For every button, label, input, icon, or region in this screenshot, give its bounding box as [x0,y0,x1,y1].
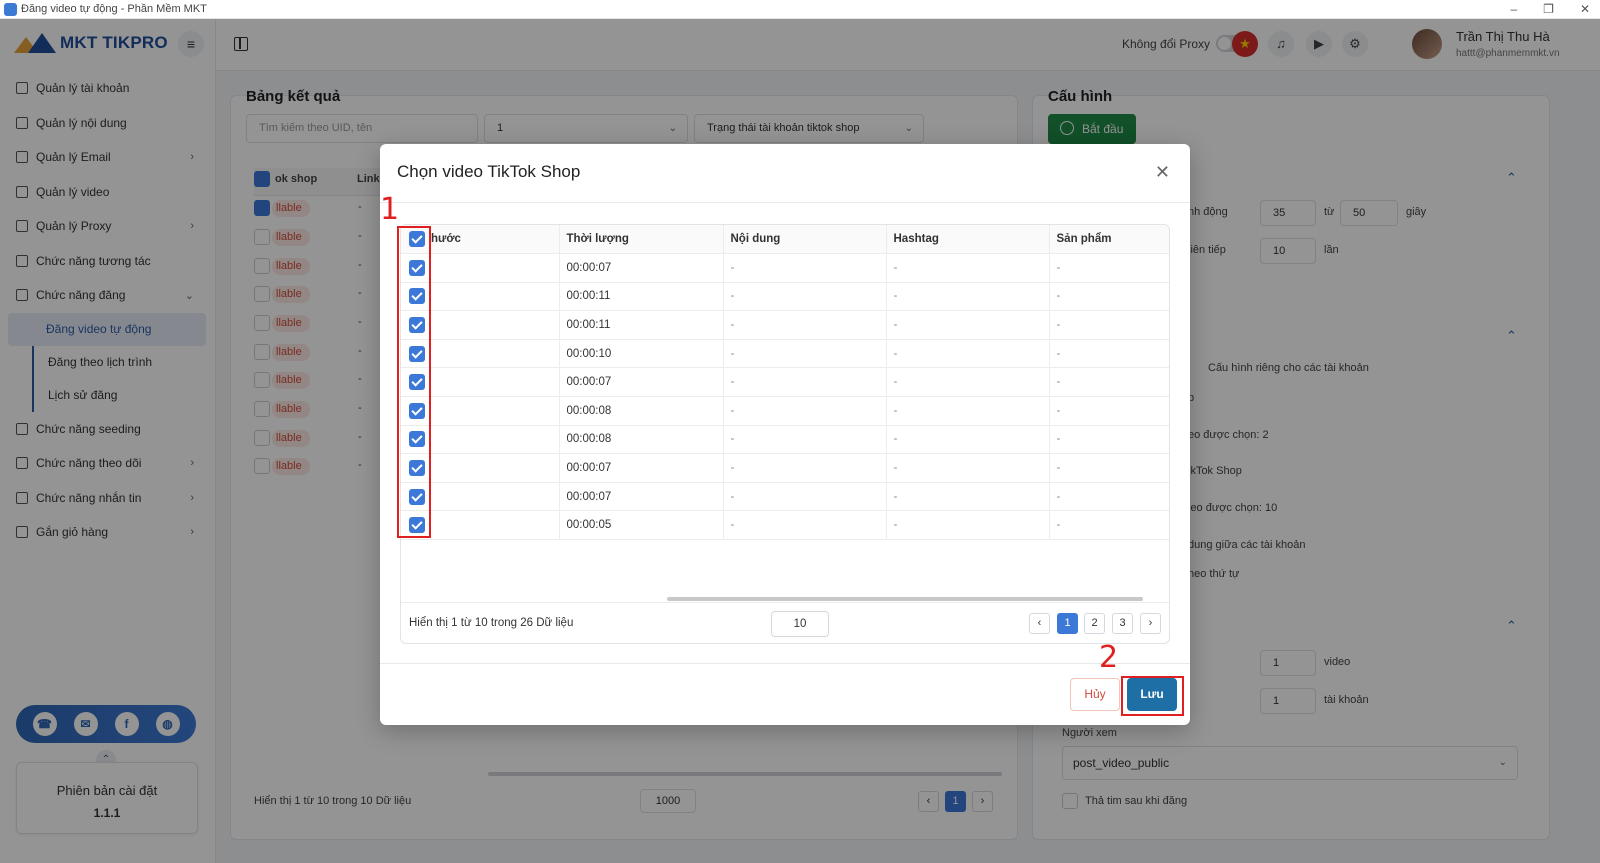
duration-cell: 00:00:07 [559,367,724,398]
table-row[interactable]: 00:00:11- - - [401,282,1169,312]
table-row[interactable]: 00:00:08- - - [401,425,1169,455]
content-cell: - [723,310,887,340]
content-cell: - [723,510,887,541]
table-row[interactable]: 00:00:07- - - [401,253,1169,283]
hashtag-cell: - [886,310,1050,340]
table-row[interactable]: 00:00:11- - - [401,310,1169,340]
content-cell: - [723,396,887,426]
hashtag-cell: - [886,367,1050,398]
page-size-input[interactable]: 10 [771,611,829,637]
pagination-summary: Hiển thị 1 từ 10 trong 26 Dữ liệu [409,617,574,629]
restore-icon[interactable]: ❐ [1543,2,1554,16]
col-content: Nội dung [723,225,887,255]
content-cell: - [723,425,887,455]
window-controls: – ❐ ✕ [1510,2,1590,16]
content-cell: - [723,367,887,398]
modal-title: Chọn video TikTok Shop [397,162,581,181]
hashtag-cell: - [886,282,1050,312]
col-product: Sản phẩm [1049,225,1169,255]
table-row[interactable]: 00:00:07- - - [401,482,1169,512]
duration-cell: 00:00:07 [559,253,724,283]
app-icon [4,2,17,16]
annotation-number-2: 2 [1099,640,1119,675]
window-titlebar: Đăng video tự động - Phần Mềm MKT – ❐ ✕ [0,0,1600,19]
duration-cell: 00:00:05 [559,510,724,541]
product-cell: - [1049,310,1169,340]
page-1-button[interactable]: 1 [1057,613,1078,634]
table-row[interactable]: 00:00:10- - - [401,339,1169,369]
content-cell: - [723,453,887,483]
hashtag-cell: - [886,482,1050,512]
product-cell: - [1049,367,1169,398]
horizontal-scrollbar[interactable] [667,597,1143,601]
hashtag-cell: - [886,339,1050,369]
content-cell: - [723,339,887,369]
minimize-icon[interactable]: – [1510,2,1517,16]
hashtag-cell: - [886,510,1050,541]
hashtag-cell: - [886,396,1050,426]
page-3-button[interactable]: 3 [1112,613,1133,634]
divider [380,663,1190,664]
product-cell: - [1049,339,1169,369]
product-cell: - [1049,253,1169,283]
duration-cell: 00:00:08 [559,396,724,426]
duration-cell: 00:00:10 [559,339,724,369]
table-row[interactable]: 00:00:05- - - [401,510,1169,541]
close-icon[interactable]: ✕ [1155,162,1170,183]
next-page-button[interactable]: › [1140,613,1161,634]
col-duration: Thời lượng [559,225,724,255]
duration-cell: 00:00:08 [559,425,724,455]
col-hashtag: Hashtag [886,225,1050,255]
page-2-button[interactable]: 2 [1084,613,1105,634]
table-row[interactable]: 00:00:07- - - [401,367,1169,398]
product-cell: - [1049,282,1169,312]
product-cell: - [1049,425,1169,455]
duration-cell: 00:00:07 [559,453,724,483]
annotation-box-save [1121,676,1184,716]
video-table-body: 00:00:07- - -00:00:11- - -00:00:11- - -00:00:1… [401,253,1169,541]
prev-page-button[interactable]: ‹ [1029,613,1050,634]
table-row[interactable]: 00:00:07- - - [401,453,1169,483]
content-cell: - [723,482,887,512]
duration-cell: 00:00:11 [559,310,724,340]
hashtag-cell: - [886,425,1050,455]
annotation-box-checkboxes [397,226,431,538]
product-cell: - [1049,396,1169,426]
product-cell: - [1049,482,1169,512]
product-cell: - [1049,510,1169,541]
table-header-row: hước Thời lượng Nội dung Hashtag Sản phẩ… [401,225,1169,255]
video-table: hước Thời lượng Nội dung Hashtag Sản phẩ… [400,224,1170,644]
window-title: Đăng video tự động - Phần Mềm MKT [21,3,207,15]
duration-cell: 00:00:11 [559,282,724,312]
hashtag-cell: - [886,453,1050,483]
content-cell: - [723,253,887,283]
table-footer: Hiển thị 1 từ 10 trong 26 Dữ liệu 10 ‹ 1… [401,602,1169,643]
annotation-number-1: 1 [380,192,400,227]
divider [380,202,1190,203]
hashtag-cell: - [886,253,1050,283]
table-row[interactable]: 00:00:08- - - [401,396,1169,426]
select-video-modal: Chọn video TikTok Shop ✕ hước Thời lượng… [380,144,1190,725]
content-cell: - [723,282,887,312]
product-cell: - [1049,453,1169,483]
close-window-icon[interactable]: ✕ [1580,2,1590,16]
cancel-button[interactable]: Hủy [1070,678,1120,711]
duration-cell: 00:00:07 [559,482,724,512]
